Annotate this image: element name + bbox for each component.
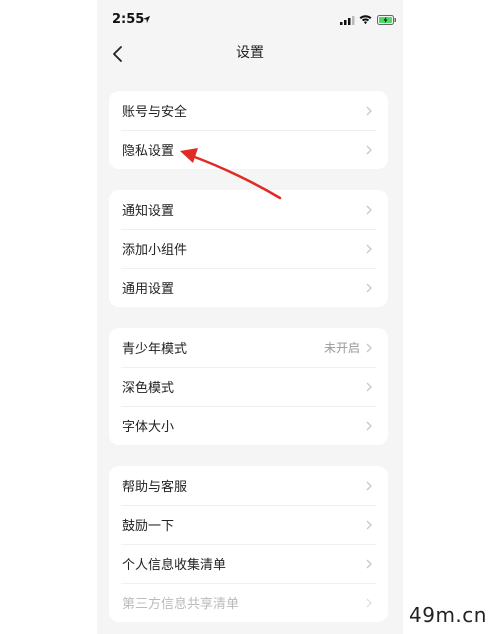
settings-group-account: 账号与安全 隐私设置	[109, 91, 388, 169]
chevron-right-icon	[366, 106, 372, 116]
battery-charging-icon	[377, 15, 396, 25]
chevron-right-icon	[366, 520, 372, 530]
chevron-right-icon	[366, 481, 372, 491]
settings-item-third-party-sharing[interactable]: 第三方信息共享清单	[109, 583, 388, 622]
settings-item-font-size[interactable]: 字体大小	[109, 406, 388, 445]
wifi-icon	[359, 15, 372, 25]
settings-item-label: 字体大小	[122, 420, 175, 435]
teen-mode-status: 未开启	[323, 341, 360, 355]
settings-item-dark-mode[interactable]: 深色模式	[109, 367, 388, 406]
settings-item-add-widget[interactable]: 添加小组件	[109, 229, 388, 268]
settings-item-privacy[interactable]: 隐私设置	[109, 130, 388, 169]
settings-item-account-security[interactable]: 账号与安全	[109, 91, 388, 130]
status-bar: 2:55	[97, 0, 403, 40]
settings-item-general-settings[interactable]: 通用设置	[109, 268, 388, 307]
settings-item-label: 账号与安全	[122, 105, 188, 120]
settings-item-label: 青少年模式	[122, 342, 188, 357]
chevron-right-icon	[366, 283, 372, 293]
settings-item-label: 帮助与客服	[122, 480, 188, 495]
settings-item-teen-mode[interactable]: 青少年模式 未开启	[109, 328, 388, 367]
chevron-right-icon	[366, 205, 372, 215]
settings-group-display: 青少年模式 未开启 深色模式 字体大小	[109, 328, 388, 445]
chevron-right-icon	[366, 382, 372, 392]
chevron-right-icon	[366, 598, 372, 608]
chevron-right-icon	[366, 559, 372, 569]
settings-item-label: 鼓励一下	[122, 519, 175, 534]
location-arrow-icon	[142, 15, 151, 24]
settings-item-label: 深色模式	[122, 381, 175, 396]
settings-group-help: 帮助与客服 鼓励一下 个人信息收集清单 第三方信息共享清单	[109, 466, 388, 622]
settings-item-personal-info-list[interactable]: 个人信息收集清单	[109, 544, 388, 583]
settings-item-notifications[interactable]: 通知设置	[109, 190, 388, 229]
chevron-right-icon	[366, 145, 372, 155]
settings-item-label: 通用设置	[122, 282, 175, 297]
chevron-right-icon	[366, 421, 372, 431]
status-time: 2:55	[112, 12, 145, 27]
settings-item-label: 隐私设置	[122, 144, 175, 159]
settings-group-general: 通知设置 添加小组件 通用设置	[109, 190, 388, 307]
settings-item-help-support[interactable]: 帮助与客服	[109, 466, 388, 505]
cellular-signal-icon	[340, 16, 355, 25]
chevron-right-icon	[366, 244, 372, 254]
settings-item-label: 添加小组件	[122, 243, 188, 258]
settings-item-label: 个人信息收集清单	[122, 558, 227, 573]
phone-screen: 2:55 设置 账号与安全 隐私设置 通知设置 添加小组件 通用设置 青少年模式…	[97, 0, 403, 634]
chevron-right-icon	[366, 343, 372, 353]
page-title: 设置	[236, 45, 264, 61]
nav-bar: 设置	[97, 40, 403, 84]
settings-item-encourage[interactable]: 鼓励一下	[109, 505, 388, 544]
watermark-text: 49m.cn	[409, 603, 487, 627]
settings-item-label: 通知设置	[122, 204, 175, 219]
settings-item-label: 第三方信息共享清单	[122, 597, 240, 612]
